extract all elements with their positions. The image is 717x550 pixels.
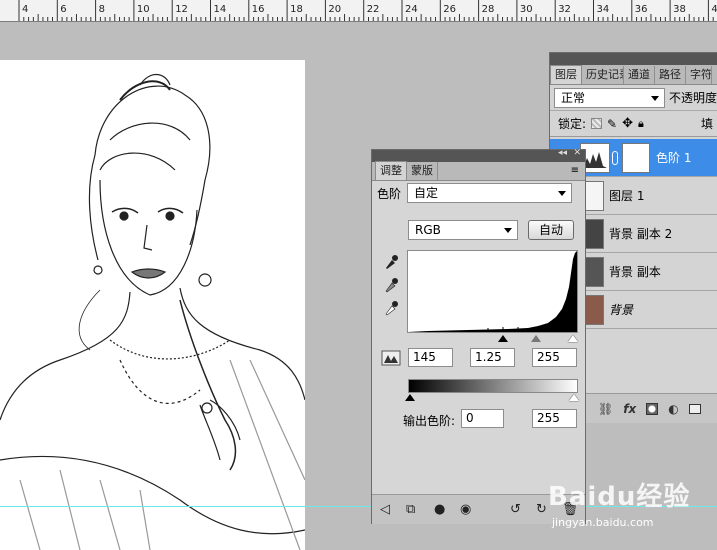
input-black-field[interactable]: 145 — [408, 348, 453, 367]
chevron-down-icon — [650, 95, 659, 101]
tab-masks[interactable]: 蒙版 — [407, 162, 438, 180]
layer-name: 背景 — [609, 303, 634, 317]
new-group-icon[interactable] — [688, 403, 701, 414]
black-point-slider-handle[interactable] — [498, 335, 508, 342]
ruler-label: 34 — [596, 4, 610, 15]
lock-brush-icon[interactable]: ✎ — [607, 117, 617, 131]
document-canvas[interactable] — [0, 60, 305, 550]
output-black-field[interactable]: 0 — [461, 409, 504, 428]
tab-layers[interactable]: 图层 — [550, 65, 582, 84]
black-point-eyedropper-icon[interactable] — [384, 254, 398, 270]
watermark-url: jingyan.baidu.com — [552, 516, 654, 529]
ruler-label: 6 — [60, 4, 67, 15]
tab-adjustments[interactable]: 调整 — [375, 161, 407, 180]
chevron-down-icon — [558, 191, 567, 196]
ruler-label: 14 — [213, 4, 227, 15]
ruler-label: 28 — [481, 4, 495, 15]
blend-mode-select[interactable]: 正常 — [554, 87, 665, 108]
horizontal-ruler[interactable]: 4 6 8 10 12 14 16 18 20 22 24 26 28 30 32 34 36 38 40 — [0, 0, 717, 22]
output-white-slider-handle[interactable] — [569, 394, 579, 401]
ruler-label: 32 — [558, 4, 571, 15]
output-gradient-bar — [408, 379, 578, 393]
blend-mode-value: 正常 — [561, 90, 586, 105]
ruler-label: 40 — [711, 4, 717, 15]
lock-transparency-icon[interactable] — [591, 118, 603, 129]
tab-paths[interactable]: 路径 — [655, 66, 686, 84]
ruler-label: 4 — [22, 4, 29, 15]
gamma-slider-handle[interactable] — [531, 335, 541, 342]
white-point-eyedropper-icon[interactable] — [384, 300, 398, 316]
baidu-watermark: Baidu经验 jingyan.baidu.com — [548, 476, 691, 529]
close-icon[interactable]: ✕ — [573, 148, 581, 158]
ruler-label: 12 — [175, 4, 188, 15]
channel-value: RGB — [415, 223, 441, 237]
ruler-ticks — [18, 0, 714, 21]
ruler-label: 16 — [251, 4, 265, 15]
ruler-label: 20 — [328, 4, 342, 15]
clip-warning-icon[interactable] — [381, 350, 401, 366]
ruler-label: 18 — [290, 4, 303, 15]
blend-row: 正常 不透明度 — [550, 85, 717, 111]
lock-row: 锁定: ✎ ✥ 🔒︎ 填 — [550, 111, 717, 137]
adjustments-panel: ◂◂ ✕ 调整 蒙版 ≡ 色阶 自定 RGB 自动 145 1.25 255 输… — [371, 148, 586, 524]
histogram — [407, 250, 578, 333]
chevron-down-icon — [504, 228, 512, 233]
white-point-slider-handle[interactable] — [568, 335, 578, 342]
view-previous-icon[interactable]: ↺ — [510, 502, 521, 517]
clip-to-layer-icon[interactable]: ● — [434, 502, 445, 517]
ruler-label: 24 — [405, 4, 418, 15]
adjustment-layer-icon[interactable]: ◐ — [668, 402, 678, 416]
opacity-label: 不透明度 — [668, 91, 717, 105]
layer-mask-thumbnail[interactable] — [622, 143, 650, 173]
lock-all-icon[interactable]: 🔒︎ — [638, 117, 644, 131]
watermark-text: Baidu经验 — [548, 482, 691, 512]
ruler-label: 22 — [366, 4, 380, 15]
output-black-slider-handle[interactable] — [405, 394, 415, 401]
output-levels-label: 输出色阶: — [403, 414, 456, 428]
layers-panel-titlebar[interactable] — [550, 53, 717, 65]
fill-label: 填 — [700, 117, 713, 131]
ruler-label: 26 — [443, 4, 457, 15]
output-white-field[interactable]: 255 — [532, 409, 577, 428]
layer-name: 图层 1 — [609, 189, 645, 203]
visibility-eye-icon[interactable]: ◉ — [460, 502, 471, 517]
expand-view-icon[interactable]: ⧉ — [406, 502, 415, 517]
fx-icon[interactable]: fx — [623, 402, 636, 416]
sketch-portrait-image — [0, 73, 305, 550]
preset-select[interactable]: 自定 — [407, 183, 573, 203]
auto-button[interactable]: 自动 — [528, 220, 575, 240]
link-icon[interactable] — [612, 151, 618, 165]
gray-point-eyedropper-icon[interactable] — [384, 277, 398, 293]
input-levels-slider[interactable] — [408, 335, 578, 345]
ruler-label: 38 — [673, 4, 686, 15]
panel-menu-icon[interactable]: ≡ — [571, 165, 579, 176]
histogram-graph — [408, 251, 577, 332]
channel-select[interactable]: RGB — [408, 220, 518, 240]
layer-name: 背景 副本 — [609, 265, 661, 279]
layers-panel-tabs: 图层 历史记录 通道 路径 字符 — [550, 65, 717, 85]
ruler-label: 36 — [634, 4, 648, 15]
channel-row: RGB 自动 — [408, 220, 575, 240]
input-gamma-field[interactable]: 1.25 — [470, 348, 515, 367]
tab-channels[interactable]: 通道 — [624, 66, 655, 84]
ruler-label: 8 — [98, 4, 105, 15]
lock-move-icon[interactable]: ✥ — [622, 116, 633, 131]
add-mask-icon[interactable] — [646, 402, 659, 415]
collapse-icon[interactable]: ◂◂ — [558, 148, 567, 158]
adjustment-type-label: 色阶 — [377, 186, 402, 201]
ruler-label: 30 — [519, 4, 533, 15]
back-arrow-icon[interactable]: ◁ — [380, 502, 390, 517]
layer-name: 背景 副本 2 — [609, 227, 673, 241]
lock-label: 锁定: — [558, 117, 587, 131]
ruler-label: 10 — [136, 4, 150, 15]
reset-icon[interactable]: ↻ — [536, 502, 547, 517]
tab-history[interactable]: 历史记录 — [582, 66, 624, 84]
preset-value: 自定 — [414, 186, 439, 200]
preset-row: 色阶 自定 — [377, 183, 573, 203]
input-white-field[interactable]: 255 — [532, 348, 577, 367]
layer-name: 色阶 1 — [656, 151, 692, 165]
link-layers-icon[interactable]: ⛓ — [598, 402, 613, 416]
adjustments-panel-tabs: 调整 蒙版 ≡ — [372, 161, 585, 181]
tab-character[interactable]: 字符 — [686, 66, 712, 84]
